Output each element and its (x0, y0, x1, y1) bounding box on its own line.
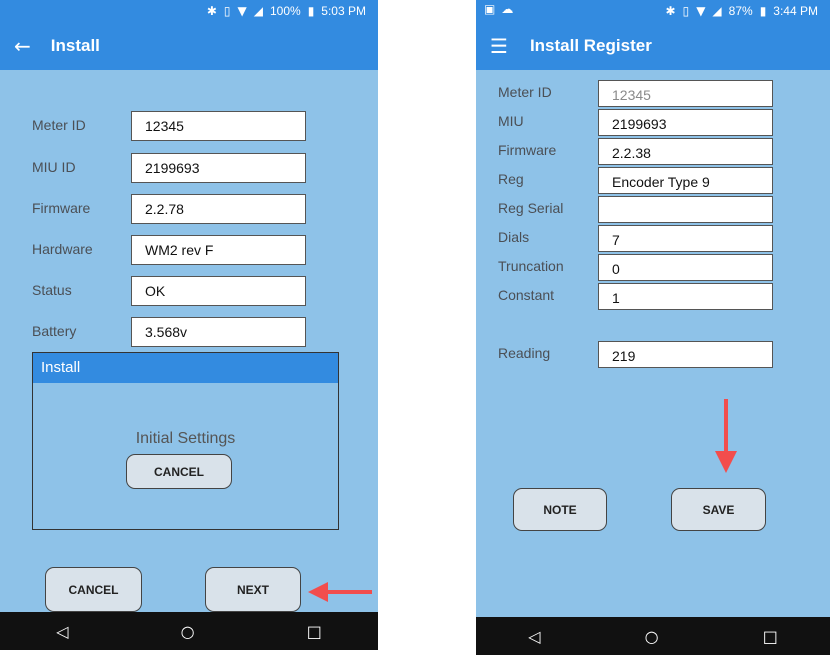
pointer-arrow-icon (308, 582, 372, 602)
dialog-cancel-button[interactable]: CANCEL (126, 454, 232, 489)
image-icon: ▣ (484, 2, 496, 16)
hardware-label: Hardware (32, 241, 93, 257)
reg-serial-field[interactable] (598, 196, 773, 223)
clock: 3:44 PM (773, 4, 818, 18)
wifi-icon: ▼ (237, 4, 247, 18)
bluetooth-icon: ✱ (206, 4, 217, 18)
nav-home-icon[interactable]: ○ (645, 627, 659, 646)
reading-field[interactable]: 219 (598, 341, 773, 368)
firmware-field[interactable]: 2.2.38 (598, 138, 773, 165)
battery-icon: ▮ (759, 4, 767, 18)
save-button[interactable]: SAVE (671, 488, 766, 531)
dials-field[interactable]: 7 (598, 225, 773, 252)
app-bar: ← Install (0, 22, 378, 70)
nav-back-icon[interactable]: ◁ (56, 622, 68, 641)
truncation-field[interactable]: 0 (598, 254, 773, 281)
miu-label: MIU (498, 113, 524, 129)
status-field[interactable]: OK (131, 276, 306, 306)
truncation-label: Truncation (498, 258, 564, 274)
battery-icon: ▮ (307, 4, 315, 18)
nav-recents-icon[interactable]: □ (307, 622, 322, 641)
bluetooth-icon: ✱ (665, 4, 676, 18)
meter-id-field[interactable]: 12345 (131, 111, 306, 141)
nav-back-icon[interactable]: ◁ (528, 627, 540, 646)
dialog-title: Install (33, 353, 338, 383)
firmware-field[interactable]: 2.2.78 (131, 194, 306, 224)
battery-field[interactable]: 3.568v (131, 317, 306, 347)
meter-id-label: Meter ID (32, 117, 86, 133)
vibrate-icon: ▯ (682, 4, 690, 18)
constant-field[interactable]: 1 (598, 283, 773, 310)
app-bar: ☰ Install Register (476, 22, 830, 70)
install-register-screen: ▣ ☁ ✱ ▯ ▼ ◢ 87% ▮ 3:44 PM ☰ Install Regi… (476, 0, 830, 655)
page-title: Install (50, 36, 100, 55)
status-bar: ✱ ▯ ▼ ◢ 100% ▮ 5:03 PM (0, 0, 378, 22)
reg-serial-label: Reg Serial (498, 200, 564, 216)
miu-id-field[interactable]: 2199693 (131, 153, 306, 183)
nav-home-icon[interactable]: ○ (181, 622, 195, 641)
system-nav-bar: ◁ ○ □ (0, 612, 378, 650)
miu-field[interactable]: 2199693 (598, 109, 773, 136)
status-bar: ▣ ☁ ✱ ▯ ▼ ◢ 87% ▮ 3:44 PM (476, 0, 830, 22)
dials-label: Dials (498, 229, 530, 245)
page-title: Install Register (529, 36, 652, 55)
battery-percent: 87% (728, 4, 753, 18)
nav-recents-icon[interactable]: □ (763, 627, 778, 646)
pointer-arrow-icon (715, 399, 737, 473)
signal-icon: ◢ (712, 4, 722, 18)
firmware-label: Firmware (32, 200, 91, 216)
cloud-icon: ☁ (501, 2, 514, 16)
vibrate-icon: ▯ (223, 4, 231, 18)
reading-label: Reading (498, 345, 551, 361)
wifi-icon: ▼ (696, 4, 706, 18)
install-dialog: Install Initial Settings CANCEL (32, 352, 339, 530)
system-nav-bar: ◁ ○ □ (476, 617, 830, 655)
dialog-message: Initial Settings (135, 430, 236, 447)
firmware-label: Firmware (498, 142, 557, 158)
menu-icon[interactable]: ☰ (490, 34, 508, 58)
reg-field[interactable]: Encoder Type 9 (598, 167, 773, 194)
status-label: Status (32, 282, 72, 298)
reg-label: Reg (498, 171, 524, 187)
hardware-field[interactable]: WM2 rev F (131, 235, 306, 265)
battery-label: Battery (32, 323, 77, 339)
note-button[interactable]: NOTE (513, 488, 607, 531)
next-button[interactable]: NEXT (205, 567, 301, 612)
meter-id-label: Meter ID (498, 84, 552, 100)
install-screen: ✱ ▯ ▼ ◢ 100% ▮ 5:03 PM ← Install Meter I… (0, 0, 378, 650)
clock: 5:03 PM (321, 4, 366, 18)
back-arrow-icon[interactable]: ← (14, 34, 31, 58)
cancel-button[interactable]: CANCEL (45, 567, 142, 612)
miu-id-label: MIU ID (32, 159, 76, 175)
meter-id-field: 12345 (598, 80, 773, 107)
battery-percent: 100% (269, 4, 301, 18)
constant-label: Constant (498, 287, 555, 303)
signal-icon: ◢ (253, 4, 263, 18)
